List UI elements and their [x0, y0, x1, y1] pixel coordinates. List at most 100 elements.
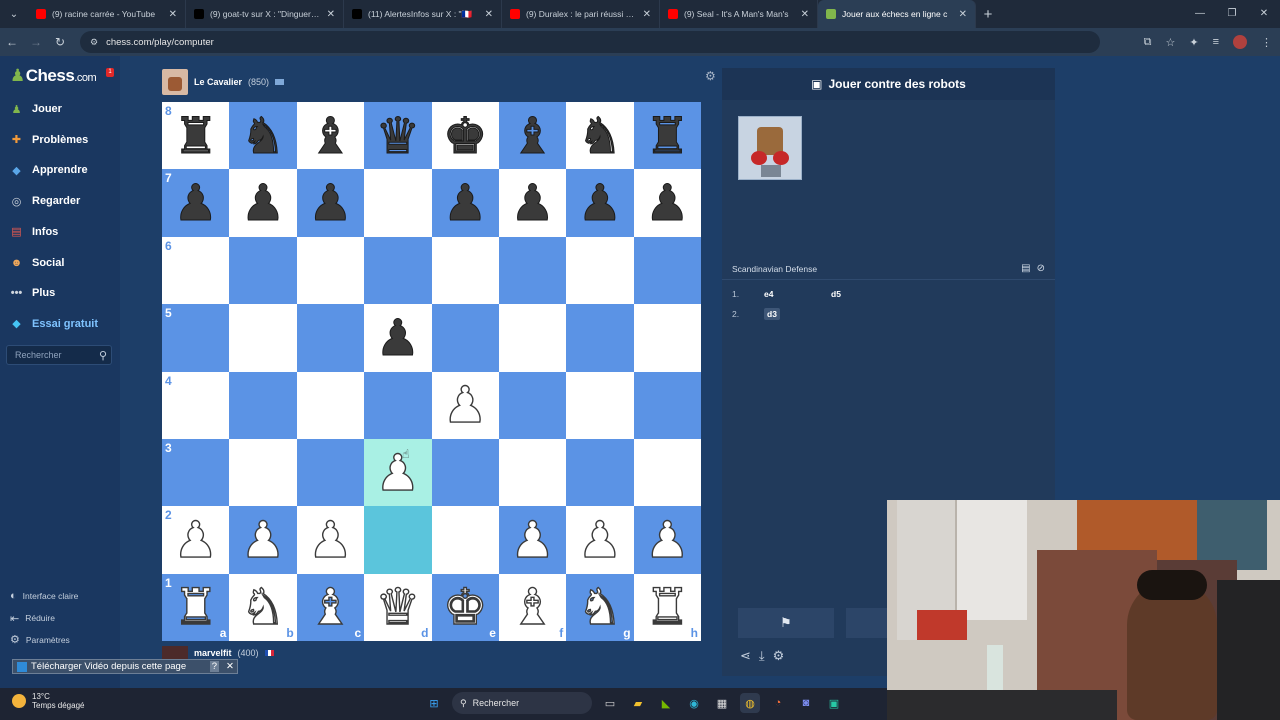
square-d3[interactable]: ♟ ☝	[364, 438, 432, 507]
app-icon[interactable]: ▣	[824, 693, 844, 713]
black-rook-icon[interactable]: ♜	[644, 110, 690, 161]
maximize-icon[interactable]: ❐	[1216, 0, 1248, 28]
square-a6[interactable]: 6	[162, 236, 230, 305]
square-h3[interactable]	[633, 438, 701, 507]
bot-avatar[interactable]	[738, 116, 802, 180]
square-g2[interactable]: ♟	[566, 506, 634, 574]
square-d6[interactable]	[364, 236, 432, 305]
square-h7[interactable]: ♟	[633, 169, 701, 237]
square-b1[interactable]: b ♞	[229, 573, 297, 641]
tab-close-icon[interactable]: ✕	[959, 9, 967, 20]
extensions-icon[interactable]: ✦	[1189, 36, 1198, 49]
square-d4[interactable]	[364, 371, 432, 439]
black-pawn-icon[interactable]: ♟	[308, 178, 354, 229]
black-knight-icon[interactable]: ♞	[577, 110, 623, 161]
help-icon[interactable]: ?	[209, 661, 220, 672]
back-icon[interactable]: ←	[0, 35, 24, 49]
sidebar-item-regarder[interactable]: ◎ Regarder	[8, 191, 81, 211]
black-knight-icon[interactable]: ♞	[240, 110, 286, 161]
store-icon[interactable]: ▦	[712, 693, 732, 713]
square-b8[interactable]: ♞	[229, 102, 297, 170]
board-settings-icon[interactable]: ⚙	[705, 69, 716, 83]
square-a2[interactable]: 2 ♟	[162, 506, 230, 574]
square-g4[interactable]	[566, 371, 634, 439]
square-d5[interactable]: ♟	[364, 304, 432, 372]
browser-tab[interactable]: (11) AlertesInfos sur X : "🇫🇷 ✕	[344, 0, 502, 28]
square-g3[interactable]	[566, 438, 634, 507]
square-b3[interactable]	[229, 438, 297, 507]
square-c1[interactable]: c ♝	[296, 573, 365, 641]
square-c2[interactable]: ♟	[296, 506, 365, 574]
install-icon[interactable]: ⧉	[1144, 36, 1152, 49]
black-rook-icon[interactable]: ♜	[173, 110, 219, 161]
reading-list-icon[interactable]: ≡	[1213, 36, 1219, 48]
white-knight-icon[interactable]: ♞	[240, 582, 286, 633]
square-f3[interactable]	[498, 438, 567, 507]
weather-widget[interactable]: 13°C Temps dégagé	[12, 692, 84, 710]
square-e3[interactable]	[431, 438, 499, 507]
square-e6[interactable]	[431, 236, 499, 305]
sidebar-item-problèmes[interactable]: ✚ Problèmes	[8, 130, 88, 150]
windows-start-icon[interactable]: ⊞	[424, 693, 444, 713]
square-e2[interactable]	[431, 506, 499, 574]
square-a8[interactable]: 8 ♜	[162, 102, 230, 170]
square-a1[interactable]: 1 a ♜	[162, 573, 230, 641]
notification-badge[interactable]: 1	[106, 68, 114, 77]
chess-logo[interactable]: ♟Chess.com	[10, 66, 97, 86]
square-b5[interactable]	[229, 304, 297, 372]
square-f1[interactable]: f ♝	[498, 573, 567, 641]
square-c4[interactable]	[296, 371, 365, 439]
white-pawn-icon[interactable]: ♟	[577, 514, 623, 565]
square-h8[interactable]: ♜	[633, 102, 701, 170]
square-d1[interactable]: d ♛	[364, 573, 432, 641]
tab-close-icon[interactable]: ✕	[169, 9, 177, 20]
browser-tab[interactable]: (9) goat-tv sur X : "Dinguerie ! ✕	[186, 0, 344, 28]
square-c8[interactable]: ♝	[296, 102, 365, 170]
white-king-icon[interactable]: ♚	[442, 582, 488, 633]
square-a7[interactable]: 7 ♟	[162, 169, 230, 237]
white-move[interactable]: d3	[764, 308, 780, 320]
analysis-icon[interactable]: ⊘	[1037, 263, 1045, 274]
browser-tab[interactable]: (9) racine carrée - YouTube ✕	[28, 0, 186, 28]
panel-settings-icon[interactable]: ⚙	[773, 648, 785, 664]
white-pawn-icon[interactable]: ♟	[375, 447, 421, 498]
square-g8[interactable]: ♞	[566, 102, 634, 170]
square-c7[interactable]: ♟	[296, 169, 365, 237]
site-info-icon[interactable]: ⚙	[90, 37, 98, 48]
edge-icon[interactable]: ◉	[684, 693, 704, 713]
square-b6[interactable]	[229, 236, 297, 305]
square-d2[interactable]	[364, 506, 432, 574]
discord-icon[interactable]: ◙	[796, 693, 816, 713]
sidebar-item-infos[interactable]: ▤ Infos	[8, 222, 58, 242]
black-pawn-icon[interactable]: ♟	[644, 178, 690, 229]
download-video-toast[interactable]: Télécharger Vidéo depuis cette page ? ✕	[12, 659, 238, 674]
opponent-name[interactable]: Le Cavalier	[194, 77, 242, 87]
bookmark-star-icon[interactable]: ☆	[1165, 36, 1175, 49]
white-bishop-icon[interactable]: ♝	[509, 582, 555, 633]
tab-close-icon[interactable]: ✕	[327, 9, 335, 20]
sidebar-item-essai-gratuit[interactable]: ◆ Essai gratuit	[8, 314, 98, 334]
white-pawn-icon[interactable]: ♟	[240, 514, 286, 565]
white-pawn-icon[interactable]: ♟	[173, 514, 219, 565]
square-f2[interactable]: ♟	[498, 506, 567, 574]
forward-icon[interactable]: →	[24, 35, 48, 49]
square-e8[interactable]: ♚	[431, 102, 499, 170]
nvidia-icon[interactable]: ◣	[656, 693, 676, 713]
square-f8[interactable]: ♝	[498, 102, 567, 170]
square-h1[interactable]: h ♜	[633, 573, 701, 641]
player-avatar[interactable]	[162, 646, 188, 660]
black-pawn-icon[interactable]: ♟	[510, 178, 556, 229]
url-field[interactable]: ⚙ chess.com/play/computer	[80, 31, 1100, 53]
white-pawn-icon[interactable]: ♟	[307, 514, 353, 565]
white-pawn-icon[interactable]: ♟	[644, 514, 690, 565]
black-pawn-icon[interactable]: ♟	[240, 178, 286, 229]
browser-tab[interactable]: (9) Seal - It's A Man's Man's ✕	[660, 0, 818, 28]
square-b7[interactable]: ♟	[229, 169, 297, 237]
browser-tab[interactable]: (9) Duralex : le pari réussi des s ✕	[502, 0, 660, 28]
square-g1[interactable]: g ♞	[566, 573, 634, 641]
square-b2[interactable]: ♟	[229, 506, 297, 574]
opponent-avatar[interactable]	[162, 69, 188, 95]
chess-board[interactable]: 8 ♜ ♞ ♝ ♛ ♚ ♝ ♞ ♜ 7 ♟ ♟ ♟ ♟ ♟ ♟ ♟ 6 5 ♟ 4 ♟ 3 ♟ ☝ 2 ♟ ♟ ♟ ♟ ♟ ♟ 1 a ♜ b ♞ c ♝ d…	[162, 102, 701, 641]
square-h6[interactable]	[633, 236, 701, 305]
white-bishop-icon[interactable]: ♝	[307, 582, 353, 633]
